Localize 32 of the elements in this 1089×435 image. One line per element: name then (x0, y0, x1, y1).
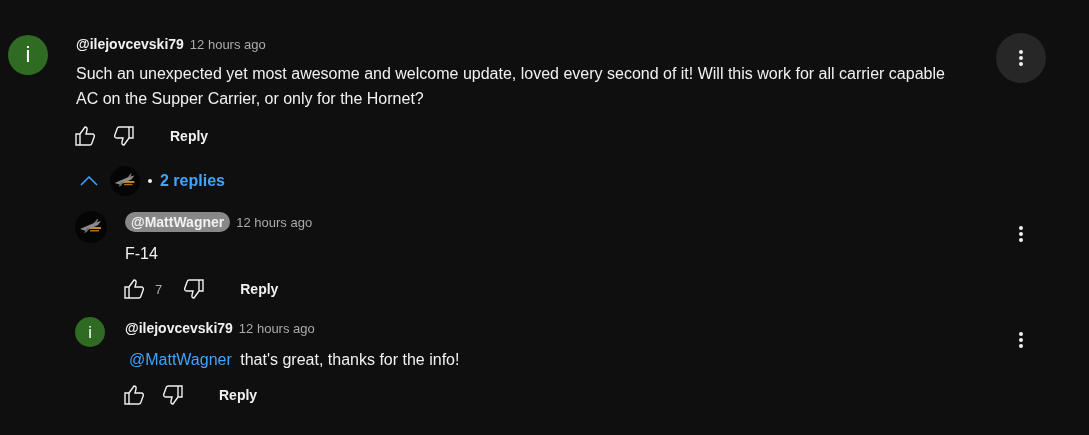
reply-button[interactable]: Reply (240, 281, 279, 297)
dislike-button[interactable] (112, 124, 136, 148)
author-name[interactable]: @ilejovcevski79 (76, 36, 184, 52)
like-button[interactable] (122, 383, 146, 407)
replies-toggle[interactable]: 2 replies (80, 166, 225, 196)
thumbs-down-icon (182, 277, 207, 301)
like-button[interactable] (122, 277, 146, 301)
dislike-button[interactable] (161, 383, 185, 407)
avatar[interactable]: i (8, 35, 48, 75)
dislike-button[interactable] (182, 277, 207, 301)
thumbs-down-icon (161, 383, 185, 407)
more-icon (1019, 226, 1023, 242)
like-button[interactable] (73, 124, 97, 148)
thumbs-up-icon (73, 124, 97, 148)
author-name[interactable]: @ilejovcevski79 (125, 320, 233, 336)
mention-link[interactable]: @MattWagner (125, 351, 236, 368)
like-count: 7 (155, 281, 163, 297)
comment-text: Such an unexpected yet most awesome and welcome update, loved every second of it! Will this work for all carrier capable AC on the Supper Carrier, or only for the Hornet? (76, 64, 946, 109)
comment-text: @MattWagner that's great, thanks for the info! (125, 347, 995, 372)
separator-dot (148, 179, 152, 183)
reply-button[interactable]: Reply (219, 387, 258, 403)
reply-button[interactable]: Reply (170, 128, 209, 144)
comment-time[interactable]: 12 hours ago (189, 36, 266, 52)
thumbs-down-icon (112, 124, 136, 148)
thumbs-up-icon (122, 277, 146, 301)
thumbs-up-icon (122, 383, 146, 407)
comment-text: F-14 (125, 244, 159, 264)
avatar[interactable]: i (75, 317, 105, 347)
more-icon (1019, 50, 1023, 66)
more-icon (1019, 332, 1023, 348)
comment-time[interactable]: 12 hours ago (238, 320, 315, 336)
comment-time[interactable]: 12 hours ago (236, 214, 313, 230)
